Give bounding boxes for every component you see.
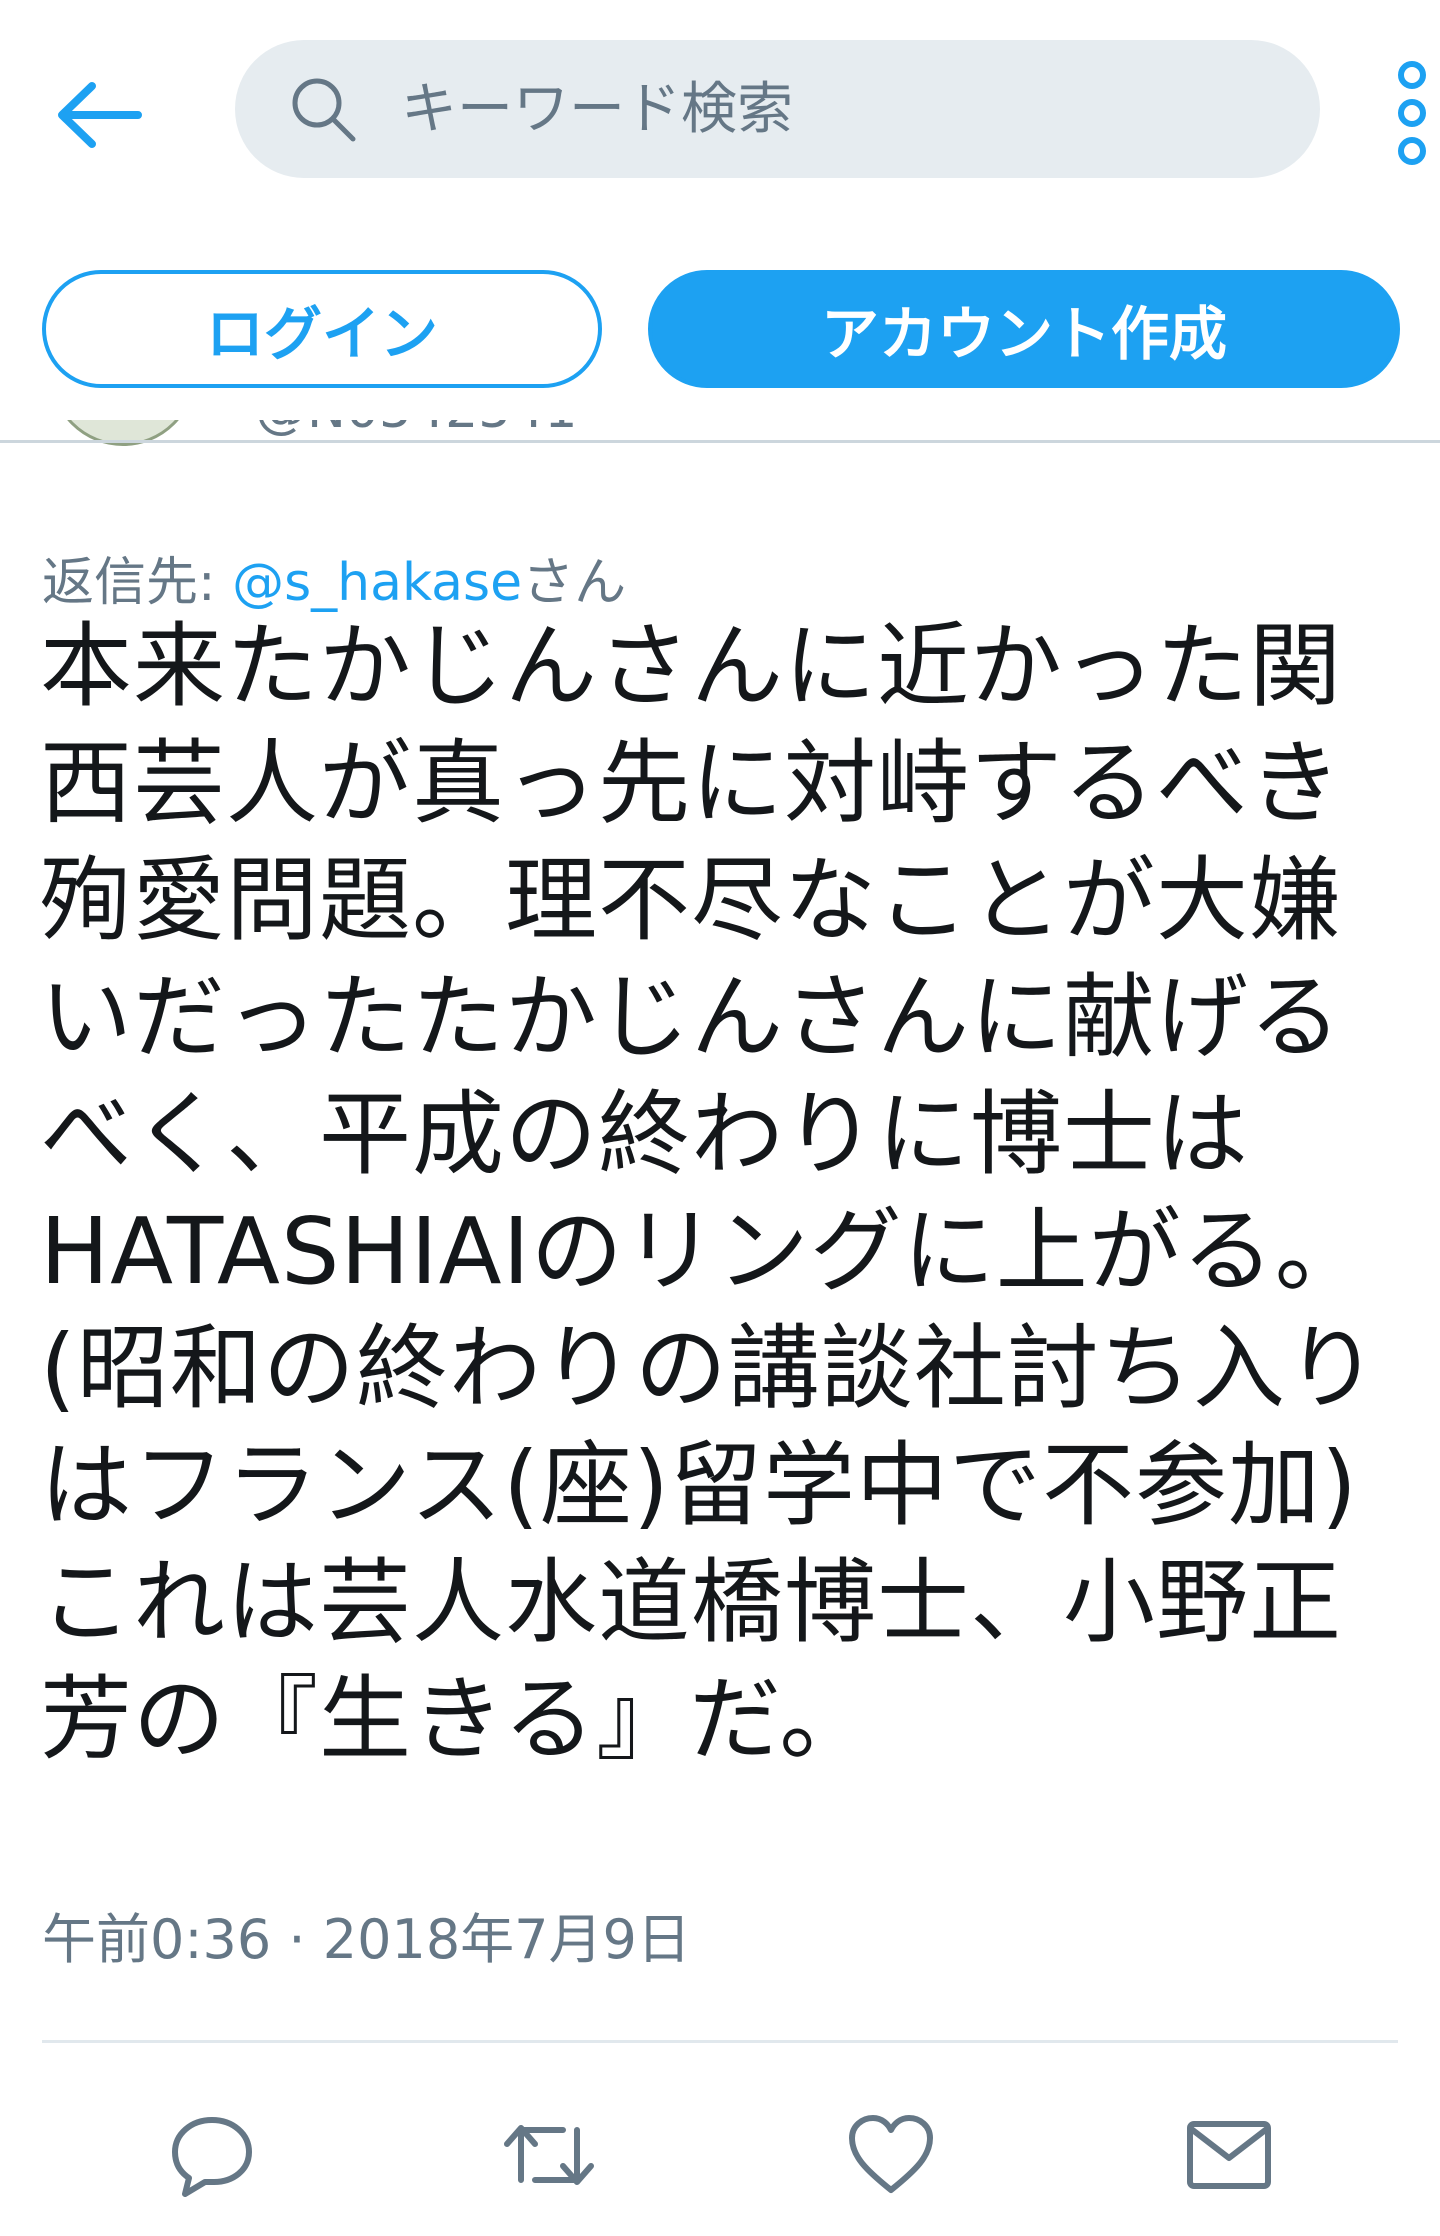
direct-message-button[interactable] <box>1174 2100 1284 2210</box>
tweet-text: 本来たかじんさんに近かった関 西芸人が真っ先に対峙するべき 殉愛問題。理不尽なこ… <box>40 613 1379 1773</box>
author-handle: @N0542541 <box>255 420 578 440</box>
reply-prefix: 返信先: <box>42 553 233 613</box>
top-bar-divider <box>0 440 1440 443</box>
search-icon <box>287 73 359 145</box>
reply-suffix: さん <box>522 553 627 613</box>
heart-icon <box>849 2115 933 2193</box>
action-divider <box>42 2040 1398 2043</box>
search-box[interactable] <box>235 40 1320 178</box>
auth-buttons: ログイン アカウント作成 <box>0 270 1440 394</box>
more-vertical-icon <box>1398 61 1426 165</box>
reply-mention-link[interactable]: @s_hakase <box>232 553 522 613</box>
top-bar: ログイン アカウント作成 <box>0 0 1440 420</box>
more-options-button[interactable] <box>1384 58 1440 168</box>
login-button[interactable]: ログイン <box>42 270 602 388</box>
arrow-left-icon <box>58 82 142 148</box>
reply-to-line: 返信先: @s_hakaseさん <box>42 540 626 615</box>
envelope-icon <box>1187 2121 1271 2189</box>
retweet-icon <box>504 2125 594 2185</box>
signup-button[interactable]: アカウント作成 <box>648 270 1400 388</box>
reply-icon <box>172 2117 252 2197</box>
back-button[interactable] <box>44 60 154 170</box>
reply-button[interactable] <box>157 2100 267 2210</box>
tweet-timestamp[interactable]: 午前0:36 · 2018年7月9日 <box>42 1895 691 1974</box>
like-button[interactable] <box>836 2100 946 2210</box>
retweet-button[interactable] <box>494 2100 604 2210</box>
search-input[interactable] <box>399 75 1283 143</box>
